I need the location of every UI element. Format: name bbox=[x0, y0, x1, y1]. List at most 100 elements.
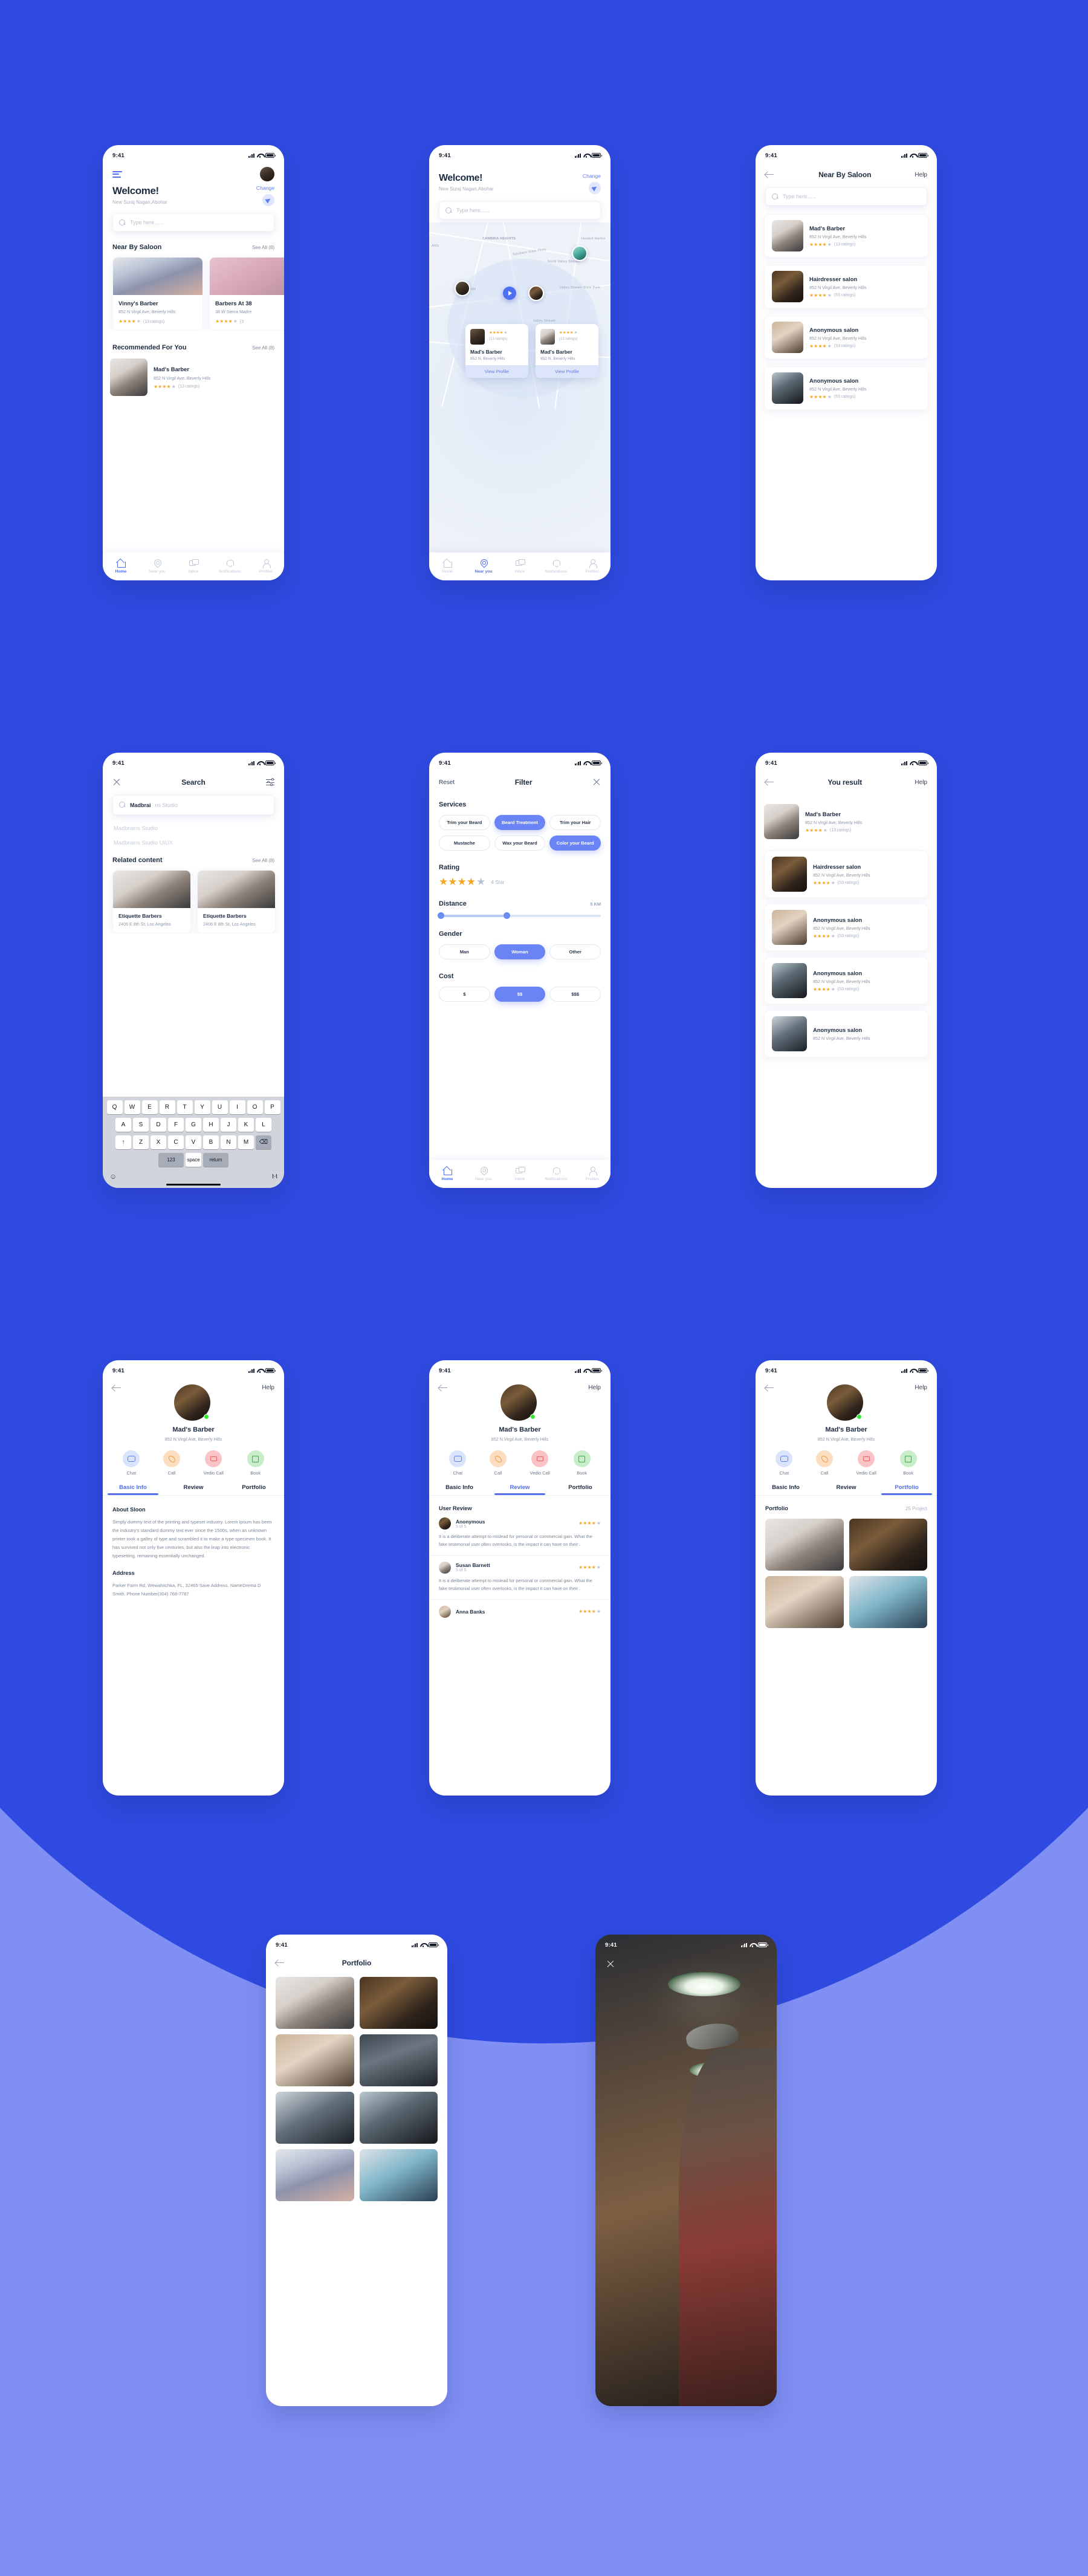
key[interactable]: N bbox=[221, 1135, 236, 1149]
portfolio-thumb[interactable] bbox=[849, 1519, 927, 1571]
reset-button[interactable]: Reset bbox=[439, 779, 455, 786]
tab-review[interactable]: Review bbox=[163, 1484, 224, 1495]
close-icon[interactable] bbox=[112, 778, 121, 787]
key[interactable]: T bbox=[176, 1100, 193, 1114]
tab-notifications[interactable]: Notifications bbox=[538, 559, 574, 574]
nearby-see-all[interactable]: See All (8) bbox=[252, 245, 274, 250]
portfolio-thumb[interactable] bbox=[276, 1977, 354, 2029]
key[interactable]: S bbox=[133, 1118, 149, 1132]
service-chip[interactable]: Beard Treatment bbox=[494, 815, 546, 830]
action-book[interactable]: Book bbox=[573, 1450, 591, 1476]
back-icon[interactable] bbox=[112, 1384, 122, 1392]
key[interactable]: D bbox=[151, 1118, 166, 1132]
key[interactable]: O bbox=[247, 1100, 263, 1114]
tab-review[interactable]: Review bbox=[816, 1484, 876, 1495]
action-video-call[interactable]: Vedio Call bbox=[856, 1450, 876, 1476]
portfolio-thumb[interactable] bbox=[276, 2149, 354, 2201]
gender-chip[interactable]: Other bbox=[549, 944, 601, 959]
key[interactable]: A bbox=[115, 1118, 131, 1132]
tab-home[interactable]: Home bbox=[429, 559, 465, 574]
tab-home[interactable]: Home bbox=[429, 1167, 465, 1181]
action-video-call[interactable]: Vedio Call bbox=[204, 1450, 224, 1476]
recommended-row[interactable]: Mad's Barber 852 N Virgil Ave, Beverly H… bbox=[103, 351, 284, 401]
tab-near-you[interactable]: Near you bbox=[139, 559, 175, 574]
backspace-key[interactable]: ⌫ bbox=[256, 1135, 271, 1149]
tab-inbox[interactable]: Inbox bbox=[175, 559, 212, 574]
list-item[interactable]: Anonymous salon 852 N Virgil Ave, Beverl… bbox=[764, 957, 928, 1004]
tab-profiles[interactable]: Profiles bbox=[248, 559, 284, 574]
cost-chip[interactable]: $$ bbox=[494, 986, 546, 1002]
map-user-avatar[interactable] bbox=[528, 285, 544, 301]
filter-icon[interactable] bbox=[266, 778, 274, 787]
help-link[interactable]: Help bbox=[588, 1384, 601, 1391]
service-chip[interactable]: Trim your Beard bbox=[439, 815, 490, 830]
rating-stars[interactable]: ★★★★ ★ bbox=[439, 877, 485, 887]
avatar[interactable] bbox=[260, 167, 274, 181]
action-chat[interactable]: Chat bbox=[123, 1450, 140, 1476]
tab-inbox[interactable]: Inbox bbox=[502, 559, 538, 574]
key[interactable]: Q bbox=[106, 1100, 123, 1114]
gender-chip[interactable]: Woman bbox=[494, 944, 546, 959]
mic-key[interactable]: Ⲙ bbox=[272, 1173, 277, 1181]
list-item[interactable]: Anonymous salon 852 N Virgil Ave, Beverl… bbox=[764, 1010, 928, 1057]
action-call[interactable]: Call bbox=[163, 1450, 180, 1476]
portfolio-thumb[interactable] bbox=[359, 2092, 438, 2144]
help-link[interactable]: Help bbox=[915, 172, 927, 178]
list-item[interactable]: Hairdresser salon 852 N Virgil Ave, Beve… bbox=[764, 851, 928, 898]
key[interactable]: R bbox=[159, 1100, 175, 1114]
list-item[interactable]: Anonymous salon 852 N Virgil Ave, Beverl… bbox=[764, 366, 928, 410]
locate-me-button[interactable] bbox=[262, 194, 274, 206]
portfolio-thumb[interactable] bbox=[359, 2149, 438, 2201]
tab-basic-info[interactable]: Basic Info bbox=[756, 1484, 816, 1495]
change-location-link[interactable]: Change bbox=[256, 185, 274, 191]
search-input[interactable]: Type here...... bbox=[112, 213, 274, 232]
action-chat[interactable]: Chat bbox=[449, 1450, 467, 1476]
action-video-call[interactable]: Vedio Call bbox=[530, 1450, 550, 1476]
action-call[interactable]: Call bbox=[816, 1450, 833, 1476]
service-chip[interactable]: Color your Beard bbox=[549, 835, 601, 851]
map-canvas[interactable]: CAMBRIA HEIGHTS North Valley Stream Vall… bbox=[429, 222, 610, 553]
cost-chip[interactable]: $$$ bbox=[549, 986, 601, 1002]
portfolio-thumb[interactable] bbox=[359, 1977, 438, 2029]
help-link[interactable]: Help bbox=[915, 779, 927, 786]
portfolio-thumb[interactable] bbox=[765, 1576, 844, 1628]
key[interactable]: C bbox=[168, 1135, 184, 1149]
list-item[interactable]: Hairdresser salon 852 N Virgil Ave, Beve… bbox=[764, 265, 928, 308]
back-icon[interactable] bbox=[439, 1384, 448, 1392]
search-input[interactable]: Type here...... bbox=[439, 201, 601, 219]
portfolio-thumb[interactable] bbox=[276, 2092, 354, 2144]
tab-inbox[interactable]: Inbox bbox=[502, 1167, 538, 1181]
portfolio-thumb[interactable] bbox=[359, 2034, 438, 2086]
key[interactable]: V bbox=[186, 1135, 201, 1149]
tab-profiles[interactable]: Profiles bbox=[574, 1167, 610, 1181]
tab-portfolio[interactable]: Portfolio bbox=[876, 1484, 937, 1495]
tab-near-you[interactable]: Near you bbox=[465, 559, 502, 574]
tab-home[interactable]: Home bbox=[103, 559, 139, 574]
action-book[interactable]: Book bbox=[247, 1450, 264, 1476]
close-icon[interactable] bbox=[606, 1960, 615, 1968]
service-chip[interactable]: Trim your Hair bbox=[549, 815, 601, 830]
tab-review[interactable]: Review bbox=[490, 1484, 550, 1495]
tab-basic-info[interactable]: Basic Info bbox=[429, 1484, 490, 1495]
return-key[interactable]: return bbox=[203, 1153, 228, 1167]
help-link[interactable]: Help bbox=[262, 1384, 274, 1391]
list-item[interactable]: Mad's Barber 852 N Virgil Ave, Beverly H… bbox=[764, 799, 928, 845]
service-chip[interactable]: Wax your Beard bbox=[494, 835, 546, 851]
portfolio-thumb[interactable] bbox=[276, 2034, 354, 2086]
close-icon[interactable] bbox=[592, 778, 601, 787]
view-profile-button[interactable]: View Profile bbox=[536, 365, 598, 378]
portfolio-thumb[interactable] bbox=[765, 1519, 844, 1571]
gender-chip[interactable]: Man bbox=[439, 944, 490, 959]
key[interactable]: K bbox=[238, 1118, 254, 1132]
related-card[interactable]: Etiquette Barbers 2406 E 8th St, Los Ang… bbox=[112, 870, 191, 933]
key[interactable]: M bbox=[238, 1135, 254, 1149]
key[interactable]: H bbox=[203, 1118, 219, 1132]
change-location-link[interactable]: Change bbox=[583, 173, 601, 179]
tab-portfolio[interactable]: Portfolio bbox=[224, 1484, 284, 1495]
action-chat[interactable]: Chat bbox=[776, 1450, 793, 1476]
list-item[interactable]: Anonymous salon 852 N Virgil Ave, Beverl… bbox=[764, 904, 928, 951]
key[interactable]: Y bbox=[194, 1100, 210, 1114]
action-call[interactable]: Call bbox=[490, 1450, 507, 1476]
nearby-card[interactable]: Vinny's Barber 852 N Virgil Ave, Beverly… bbox=[112, 257, 203, 331]
tab-portfolio[interactable]: Portfolio bbox=[550, 1484, 610, 1495]
